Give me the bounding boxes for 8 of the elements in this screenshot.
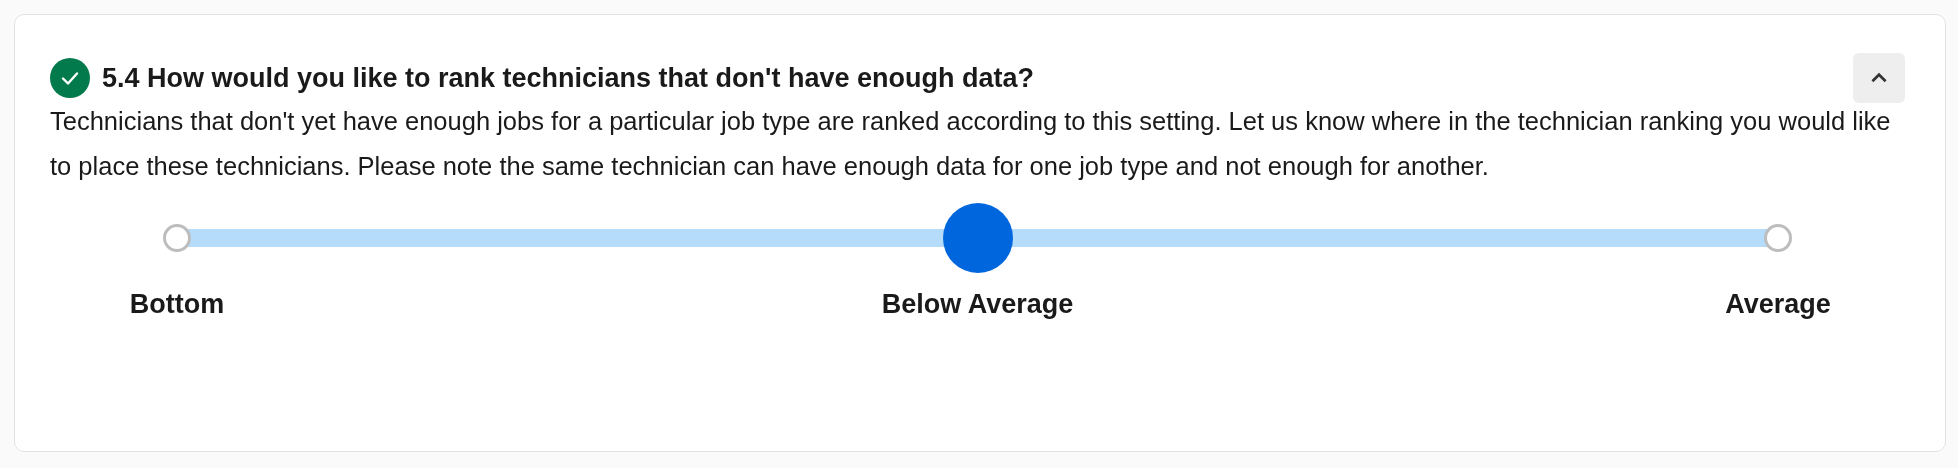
question-description: Technicians that don't yet have enough jobs for a particular job type are ranked according to this setting. Let us know where in the technician ranking you would like to place these technicians. Please note the same technician can have enough data for one job type and not enough for another. bbox=[50, 106, 1892, 182]
question-title: 5.4 How would you like to rank technicians that don't have enough data? bbox=[102, 62, 1035, 94]
slider-stop[interactable] bbox=[1764, 224, 1792, 252]
option-label[interactable]: Below Average bbox=[881, 289, 1074, 320]
option-label[interactable]: Average bbox=[1725, 289, 1831, 320]
collapse-button[interactable] bbox=[1853, 53, 1905, 103]
slider-stop[interactable] bbox=[163, 224, 191, 252]
option-label[interactable]: Bottom bbox=[129, 289, 225, 320]
